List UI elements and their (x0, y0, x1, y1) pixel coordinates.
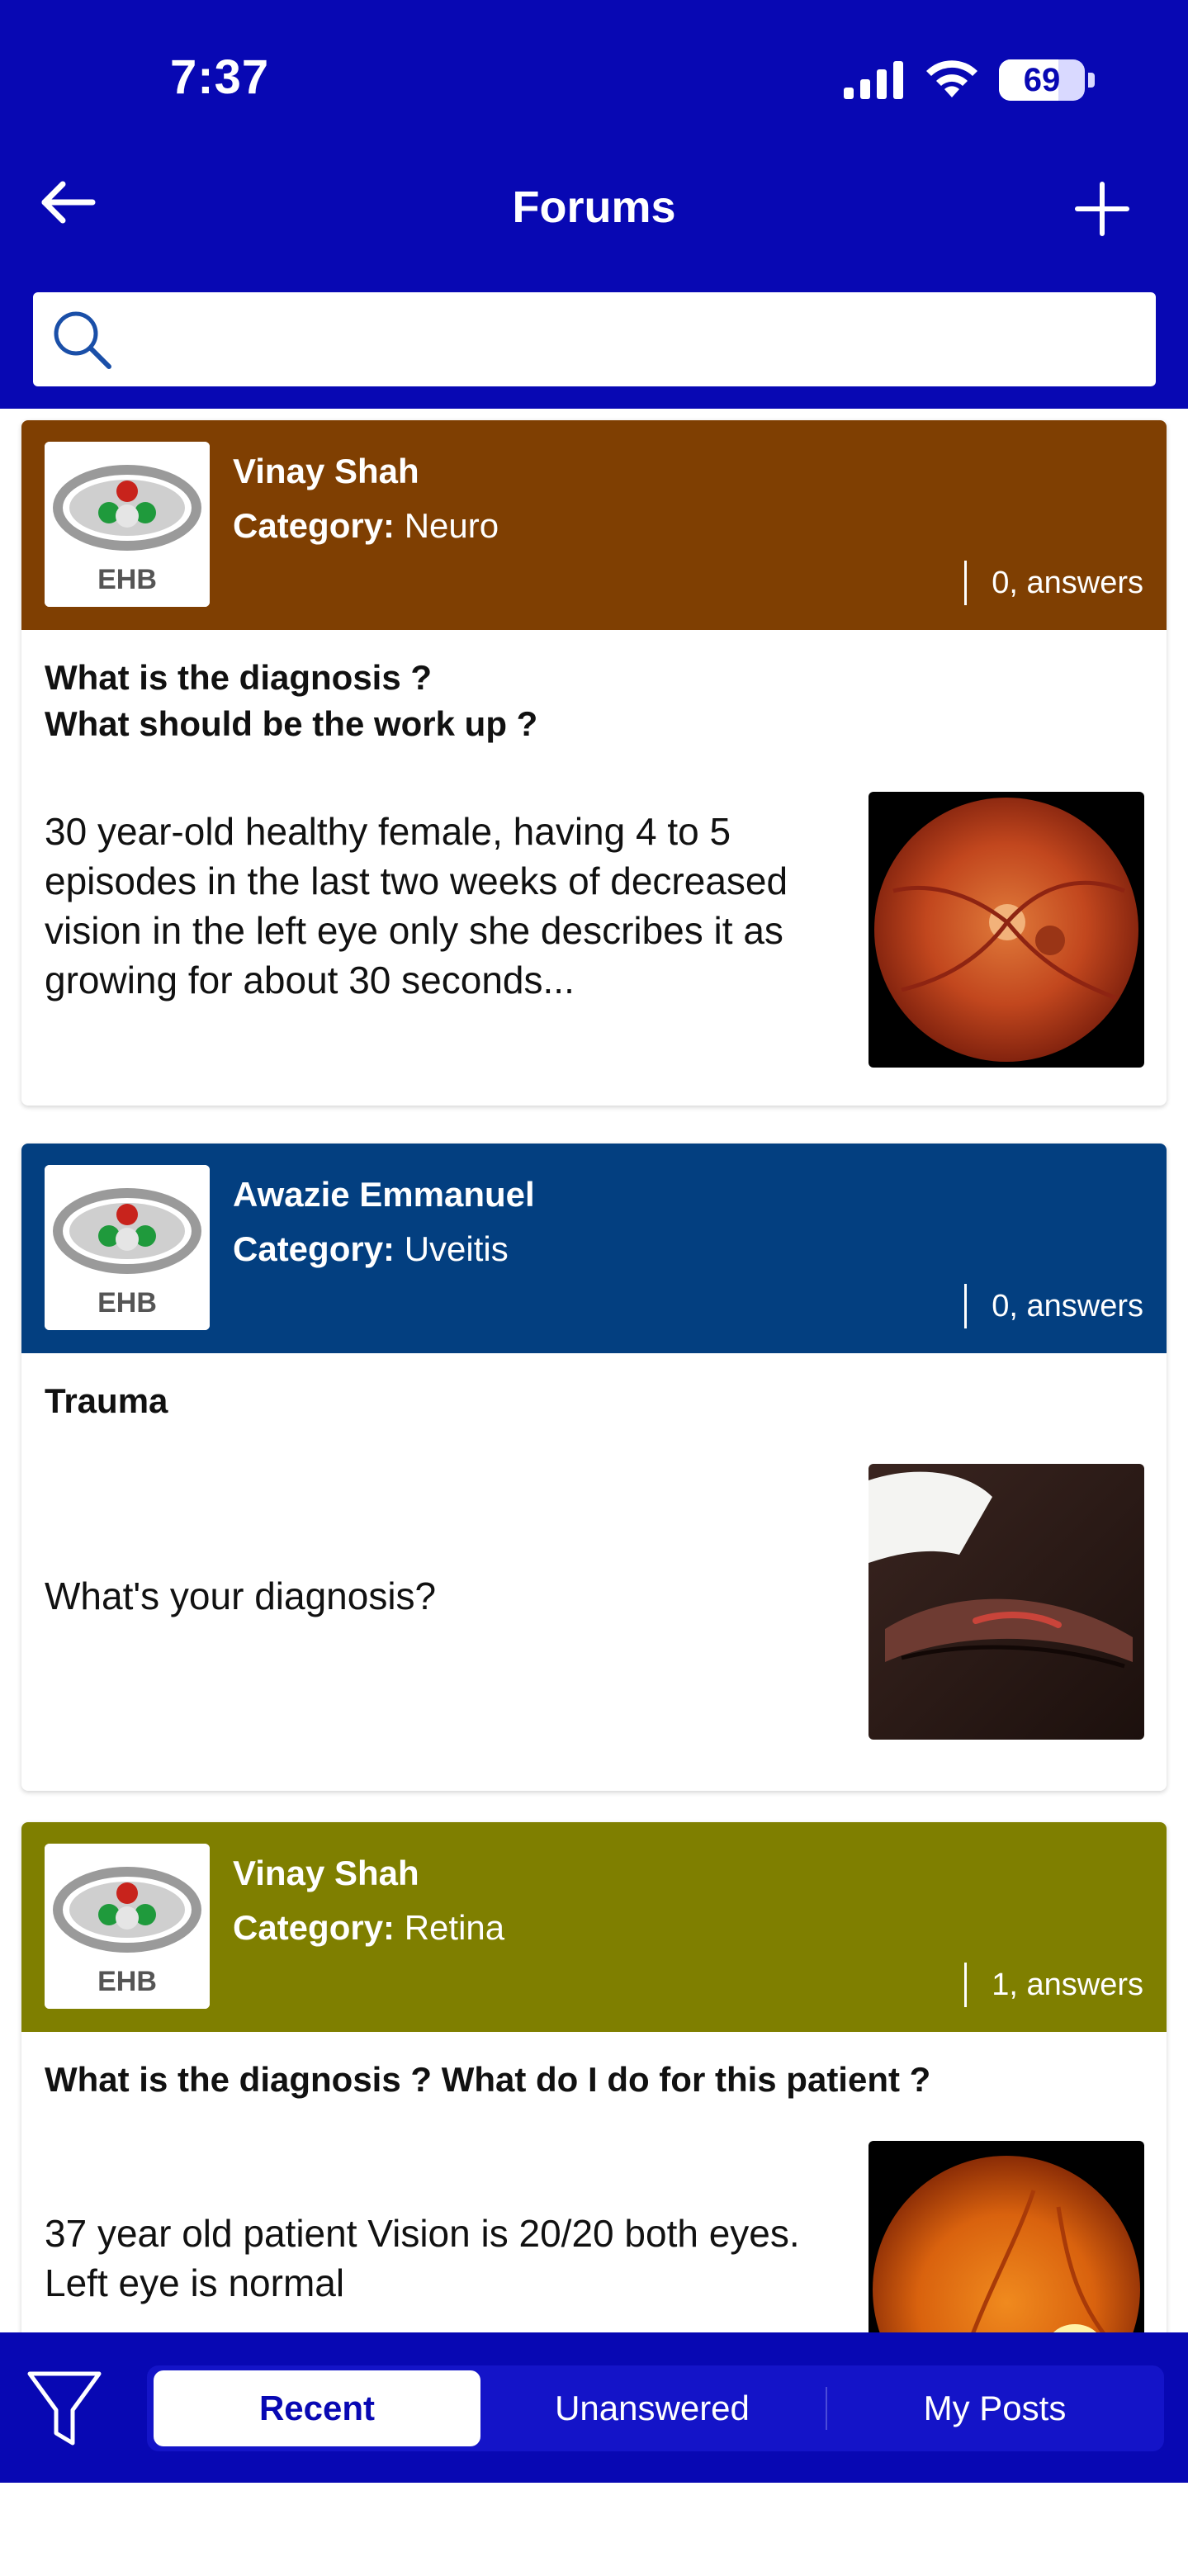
post-title-line: Trauma (45, 1381, 168, 1420)
forum-post-card[interactable]: EHB Awazie Emmanuel Category: Uveitis 0,… (21, 1144, 1167, 1791)
signal-icon (844, 61, 903, 99)
bottom-filter-bar: Recent Unanswered My Posts (0, 2332, 1188, 2483)
forum-post-card[interactable]: EHB Vinay Shah Category: Retina 1, answe… (21, 1822, 1167, 2332)
segmented-control: Recent Unanswered My Posts (147, 2365, 1164, 2451)
post-title: What is the diagnosis ? What do I do for… (45, 2057, 930, 2103)
tab-recent[interactable]: Recent (154, 2370, 480, 2446)
category-value: Neuro (404, 506, 499, 545)
tab-my-posts[interactable]: My Posts (832, 2370, 1157, 2446)
post-author[interactable]: Vinay Shah (233, 1854, 419, 1893)
search-icon (54, 311, 111, 369)
forum-list[interactable]: EHB Vinay Shah Category: Neuro 0, answer… (0, 409, 1188, 2332)
post-title: What is the diagnosis ? What should be t… (45, 655, 537, 747)
wifi-icon (926, 60, 977, 97)
category-label: Category: (233, 1229, 395, 1268)
answers-count: 0, answers (964, 1284, 1143, 1328)
battery-percent: 69 (1023, 62, 1061, 98)
post-author[interactable]: Vinay Shah (233, 452, 419, 491)
post-description: 30 year-old healthy female, having 4 to … (45, 810, 788, 1002)
category-value: Uveitis (404, 1229, 509, 1268)
post-description: What's your diagnosis? (45, 1574, 437, 1617)
ehb-logo: EHB (45, 1844, 210, 2009)
answers-count: 0, answers (964, 561, 1143, 605)
post-category: Category: Neuro (233, 506, 499, 546)
category-value: Retina (404, 1908, 505, 1947)
svg-text:EHB: EHB (97, 1966, 157, 1997)
post-category: Category: Uveitis (233, 1229, 509, 1269)
svg-text:EHB: EHB (97, 1287, 157, 1319)
post-author[interactable]: Awazie Emmanuel (233, 1175, 535, 1215)
post-description: 37 year old patient Vision is 20/20 both… (45, 2212, 800, 2304)
post-title-line: What should be the work up ? (45, 704, 538, 743)
post-header: EHB Vinay Shah Category: Retina 1, answe… (21, 1822, 1167, 2032)
answers-count: 1, answers (964, 1963, 1143, 2007)
battery-tip (1088, 73, 1095, 88)
forum-post-card[interactable]: EHB Vinay Shah Category: Neuro 0, answer… (21, 420, 1167, 1106)
post-header: EHB Awazie Emmanuel Category: Uveitis 0,… (21, 1144, 1167, 1353)
fundus-lesion-photo[interactable] (869, 2141, 1144, 2332)
page-title: Forums (512, 182, 676, 232)
ehb-logo: EHB (45, 442, 210, 607)
status-time: 7:37 (170, 50, 270, 104)
svg-text:EHB: EHB (97, 564, 157, 595)
search-bar[interactable] (33, 292, 1156, 386)
tab-unanswered[interactable]: Unanswered (487, 2370, 817, 2446)
ehb-logo: EHB (45, 1165, 210, 1330)
top-app-bar: 7:37 69 Forums (0, 0, 1188, 409)
post-title-line: What is the diagnosis ? (45, 658, 433, 697)
category-label: Category: (233, 1908, 395, 1947)
filter-icon[interactable] (25, 2367, 104, 2450)
post-header: EHB Vinay Shah Category: Neuro 0, answer… (21, 420, 1167, 630)
post-title-line: What is the diagnosis ? What do I do for… (45, 2060, 931, 2099)
category-label: Category: (233, 506, 395, 545)
battery-icon: 69 (999, 59, 1085, 101)
fundus-photo[interactable] (869, 792, 1144, 1068)
post-title: Trauma (45, 1378, 168, 1424)
eyelid-injury-photo[interactable] (869, 1464, 1144, 1740)
plus-icon[interactable] (1073, 180, 1131, 238)
post-category: Category: Retina (233, 1908, 504, 1948)
search-input[interactable] (124, 301, 1139, 378)
segment-divider (826, 2387, 827, 2430)
